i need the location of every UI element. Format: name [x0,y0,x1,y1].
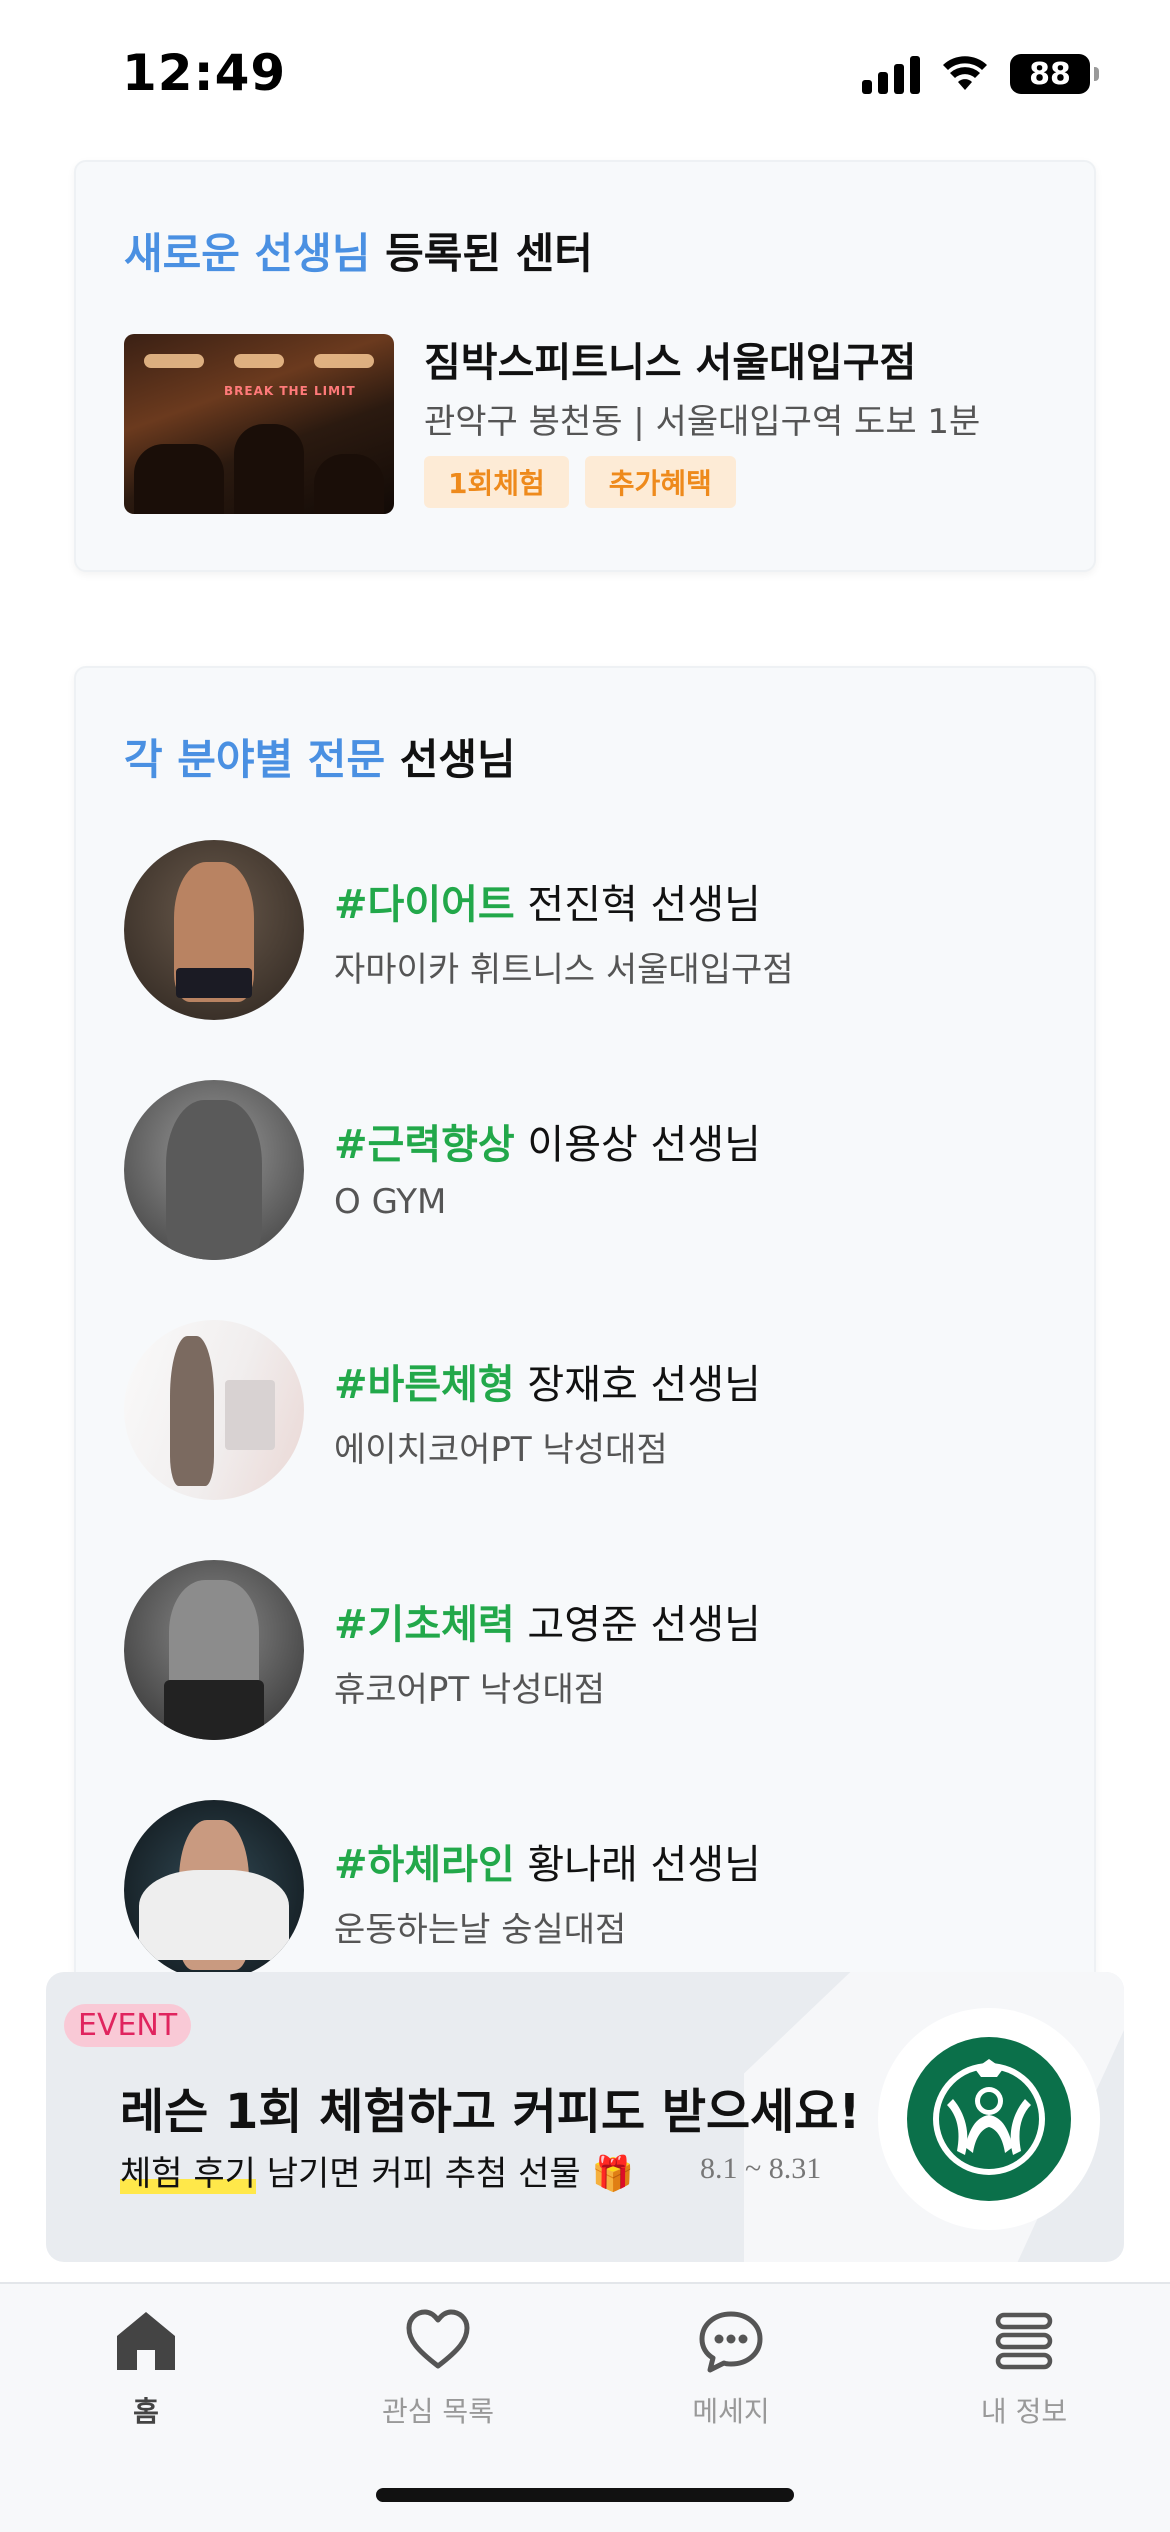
tab-home-label: 홈 [133,2395,159,2428]
trainer-name-line: #기초체력 고영준 선생님 [334,1592,761,1650]
battery-icon: 88 [1010,54,1099,94]
new-center-title-rest: 등록된 센터 [370,229,593,278]
tab-messages-label: 메세지 [692,2395,770,2428]
chat-bubble-icon [699,2311,763,2373]
battery-level: 88 [1029,56,1071,92]
trainer-name-line: #다이어트 전진혁 선생님 [334,872,761,930]
home-indicator[interactable] [376,2488,794,2502]
tab-my-info-label: 내 정보 [980,2395,1068,2428]
trainer-specialty: #근력향상 [334,1122,515,1168]
trainer-avatar [124,840,304,1020]
center-thumbnail[interactable]: BREAK THE LIMIT [124,334,394,514]
trainer-name-line: #바른체형 장재호 선생님 [334,1352,761,1410]
starbucks-logo [878,2008,1100,2230]
heart-icon [406,2309,470,2369]
event-subtitle-highlight: 체험 후기 [120,2154,256,2194]
trainer-specialty: #다이어트 [334,882,515,928]
tag-benefit: 추가혜택 [584,456,736,508]
gift-icon: 🎁 [591,2154,634,2194]
trainer-gym: 휴코어PT 낙성대점 [334,1670,606,1710]
trainer-name-line: #하체라인 황나래 선생님 [334,1832,761,1890]
menu-icon [995,2312,1053,2370]
trainer-name-line: #근력향상 이용상 선생님 [334,1112,761,1170]
experts-card: 각 분야별 전문 선생님 #다이어트 전진혁 선생님 자마이카 휘트니스 서울대… [74,666,1096,2006]
tag-trial: 1회체험 [424,456,569,508]
trainer-gym: O GYM [334,1182,447,1222]
home-icon [117,2312,175,2370]
starbucks-siren-icon [907,2037,1071,2201]
trainer-item[interactable]: #다이어트 전진혁 선생님 자마이카 휘트니스 서울대입구점 [124,840,1044,1020]
center-name: 짐박스피트니스 서울대입구점 [424,340,917,386]
tab-favorites-label: 관심 목록 [382,2395,494,2428]
experts-title: 각 분야별 전문 선생님 [124,726,516,787]
trainer-item[interactable]: #근력향상 이용상 선생님 O GYM [124,1080,1044,1260]
status-bar: 12:49 88 [0,0,1170,150]
experts-title-rest: 선생님 [385,735,516,784]
trainer-specialty: #기초체력 [334,1602,515,1648]
status-icons: 88 [862,54,1099,94]
tab-favorites[interactable]: 관심 목록 [338,2306,538,2430]
trainer-gym: 운동하는날 숭실대점 [334,1910,627,1950]
new-center-title-highlight: 새로운 선생님 [124,229,371,278]
trainer-name: 고영준 선생님 [514,1602,761,1648]
trainer-name: 장재호 선생님 [514,1362,761,1408]
cellular-signal-icon [862,54,920,94]
trainer-specialty: #하체라인 [334,1842,515,1888]
status-time: 12:49 [122,44,287,102]
event-banner[interactable]: EVENT 레슨 1회 체험하고 커피도 받으세요! 체험 후기 남기면 커피 … [46,1972,1124,2262]
center-location: 관악구 봉천동 | 서울대입구역 도보 1분 [424,402,981,442]
new-center-card[interactable]: 새로운 선생님 등록된 센터 BREAK THE LIMIT 짐박스피트니스 서… [74,160,1096,572]
wifi-icon [943,56,987,90]
tab-my-info[interactable]: 내 정보 [924,2306,1124,2430]
trainer-name: 전진혁 선생님 [514,882,761,928]
tab-messages[interactable]: 메세지 [631,2306,831,2430]
trainer-gym: 자마이카 휘트니스 서울대입구점 [334,950,794,990]
trainer-name: 이용상 선생님 [514,1122,761,1168]
center-thumbnail-sign: BREAK THE LIMIT [224,384,356,398]
event-subtitle: 체험 후기 남기면 커피 추첨 선물 🎁 [120,2146,634,2195]
experts-title-highlight: 각 분야별 전문 [124,735,386,784]
center-tags: 1회체험 추가혜택 [424,456,736,508]
new-center-title: 새로운 선생님 등록된 센터 [124,220,593,281]
event-date: 8.1 ~ 8.31 [700,2152,822,2185]
trainer-item[interactable]: #바른체형 장재호 선생님 에이치코어PT 낙성대점 [124,1320,1044,1500]
app-screen: 12:49 88 새로운 선생님 등록된 센터 BREAK THE LIMIT [0,0,1170,2532]
trainer-item[interactable]: #하체라인 황나래 선생님 운동하는날 숭실대점 [124,1800,1044,1980]
trainer-item[interactable]: #기초체력 고영준 선생님 휴코어PT 낙성대점 [124,1560,1044,1740]
event-badge: EVENT [64,2004,192,2047]
trainer-specialty: #바른체형 [334,1362,515,1408]
trainer-gym: 에이치코어PT 낙성대점 [334,1430,668,1470]
tab-home[interactable]: 홈 [46,2306,246,2430]
trainer-avatar [124,1800,304,1980]
trainer-avatar [124,1080,304,1260]
event-title: 레슨 1회 체험하고 커피도 받으세요! [120,2084,861,2140]
trainer-avatar [124,1560,304,1740]
trainer-avatar [124,1320,304,1500]
trainer-name: 황나래 선생님 [514,1842,761,1888]
event-subtitle-rest: 남기면 커피 추첨 선물 [255,2154,581,2194]
